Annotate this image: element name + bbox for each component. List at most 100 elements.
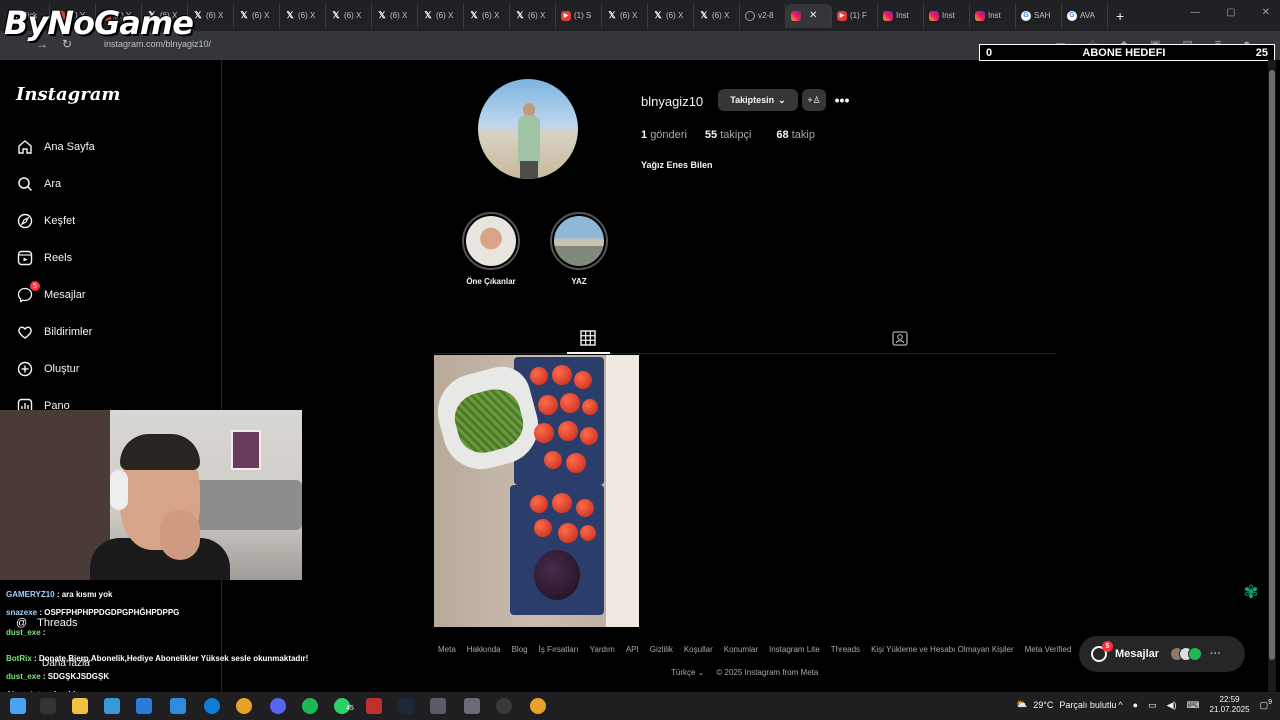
browser-tab[interactable]: 𝕏 (6) X <box>602 3 648 28</box>
close-tab-icon[interactable]: ✕ <box>809 10 817 21</box>
footer-link[interactable]: Blog <box>512 645 528 654</box>
app-icon[interactable] <box>430 698 446 714</box>
clock[interactable]: 22:59 21.07.2025 <box>1210 695 1250 715</box>
highlight-label: YAZ <box>571 277 587 286</box>
browser-tab[interactable]: ▶ (1) S <box>556 3 602 28</box>
spotify-icon[interactable] <box>302 698 318 714</box>
app-icon[interactable] <box>366 698 382 714</box>
messenger-icon: 5 <box>1091 641 1113 662</box>
followers-link[interactable]: 55 takipçi <box>705 129 752 141</box>
scrollbar[interactable] <box>1268 60 1276 700</box>
footer-link[interactable]: İş Fırsatları <box>539 645 579 654</box>
close-window-icon[interactable]: ✕ <box>1262 7 1270 18</box>
browser-tab[interactable]: Inst <box>878 3 924 28</box>
footer-link[interactable]: Hakkında <box>467 645 501 654</box>
keyboard-icon[interactable]: ⌨ <box>1187 700 1200 711</box>
browser-tab[interactable]: G SAH <box>1016 3 1062 28</box>
tagged-tab[interactable] <box>892 330 908 346</box>
browser-tab[interactable]: 𝕏 (6) X <box>188 3 234 28</box>
sidebar-item-threads[interactable]: @ Threads <box>16 617 78 629</box>
app-icon[interactable] <box>104 698 120 714</box>
discord-icon[interactable] <box>270 698 286 714</box>
app-icon[interactable] <box>136 698 152 714</box>
following-link[interactable]: 68 takip <box>776 129 815 141</box>
footer-link[interactable]: Instagram Lite <box>769 645 820 654</box>
sidebar-item-mesajlar[interactable]: 5 Mesajlar <box>16 281 86 304</box>
minimize-icon[interactable]: — <box>1190 7 1200 18</box>
footer-link[interactable]: Koşullar <box>684 645 713 654</box>
browser-tab[interactable]: Inst <box>924 3 970 28</box>
highlight-yaz[interactable] <box>550 212 608 270</box>
browser-tab[interactable]: G AVA <box>1062 3 1108 28</box>
browser-tab[interactable]: Inst <box>970 3 1016 28</box>
instagram-logo[interactable]: Instagram <box>16 84 120 105</box>
windows-start-icon[interactable] <box>10 698 26 714</box>
obs-icon[interactable] <box>496 698 512 714</box>
footer-link[interactable]: Gizlilik <box>650 645 673 654</box>
suggest-user-button[interactable]: +♙ <box>802 89 826 111</box>
chrome-icon[interactable] <box>530 698 546 714</box>
browser-tab[interactable]: 𝕏 (6) X <box>694 3 740 28</box>
sidebar-item-oluştur[interactable]: Oluştur <box>16 360 79 378</box>
app-icon[interactable] <box>170 698 186 714</box>
browser-tab[interactable]: v2-8 <box>740 3 786 28</box>
highlight-one-cikanlar[interactable] <box>462 212 520 270</box>
weather-widget[interactable]: ⛅ 29°C Parçalı bulutlu <box>1016 699 1116 710</box>
browser-tab[interactable]: 𝕏 (6) X <box>280 3 326 28</box>
footer-link[interactable]: Konumlar <box>724 645 758 654</box>
x-icon: 𝕏 <box>378 10 386 20</box>
profile-avatar[interactable] <box>478 79 578 179</box>
instagram-icon <box>791 10 801 21</box>
footer-link[interactable]: Threads <box>831 645 860 654</box>
posts-grid-tab[interactable] <box>580 330 596 346</box>
steam-icon[interactable] <box>398 698 414 714</box>
footer-link[interactable]: Meta Verified <box>1025 645 1072 654</box>
browser-tab[interactable]: ✕ <box>786 3 832 28</box>
browser-tab[interactable]: 𝕏 (6) X <box>234 3 280 28</box>
edge-icon[interactable] <box>204 698 220 714</box>
browser-tab[interactable]: 𝕏 (6) X <box>510 3 556 28</box>
search-icon[interactable] <box>40 698 56 714</box>
browser-tab[interactable]: 𝕏 (6) X <box>464 3 510 28</box>
maximize-icon[interactable]: ▢ <box>1226 7 1235 18</box>
browser-tab[interactable]: 𝕏 (6) X <box>372 3 418 28</box>
more-options-button[interactable]: ••• <box>832 90 852 110</box>
chatgpt-extension-icon[interactable]: ✾ <box>1239 580 1263 604</box>
chevron-up-icon[interactable]: ^ <box>1118 700 1122 710</box>
sidebar-item-ara[interactable]: Ara <box>16 175 61 193</box>
footer-link[interactable]: API <box>626 645 639 654</box>
sidebar-item-reels[interactable]: Reels <box>16 249 72 267</box>
new-tab-icon[interactable]: + <box>1116 8 1124 24</box>
goal-target: 25 <box>1255 46 1268 59</box>
app-icon[interactable] <box>464 698 480 714</box>
footer-link[interactable]: Yardım <box>590 645 615 654</box>
messages-pill[interactable]: 5 Mesajlar ··· <box>1079 636 1245 672</box>
active-tab-indicator <box>567 352 610 354</box>
browser-tab[interactable]: 𝕏 (6) X <box>418 3 464 28</box>
grid-icon <box>580 330 596 346</box>
notification-icon[interactable]: ▢9 <box>1260 699 1272 711</box>
language-select[interactable]: Türkçe ⌄ <box>671 668 704 677</box>
post-thumbnail[interactable] <box>434 355 639 627</box>
microphone-icon[interactable]: ● <box>1133 700 1138 710</box>
browser-tab[interactable]: ▶ (1) F <box>832 3 878 28</box>
following-button[interactable]: Takiptesin ⌄ <box>718 89 798 111</box>
sidebar-item-keşfet[interactable]: Keşfet <box>16 212 75 230</box>
footer-link[interactable]: Kişi Yükleme ve Hesabı Olmayan Kişiler <box>871 645 1014 654</box>
browser-tab[interactable]: 𝕏 (6) X <box>648 3 694 28</box>
chat-message: dust_exe : SDGŞKJSDGŞK <box>6 672 109 681</box>
sidebar-item-bildirimler[interactable]: Bildirimler <box>16 323 92 341</box>
home-icon <box>16 138 34 156</box>
footer-link[interactable]: Meta <box>438 645 456 654</box>
browser-tab[interactable]: 𝕏 (6) X <box>326 3 372 28</box>
tab-label: (1) F <box>850 11 867 20</box>
compass-icon <box>16 212 34 230</box>
tab-label: Inst <box>896 11 909 20</box>
chrome-icon[interactable] <box>236 698 252 714</box>
file-explorer-icon[interactable] <box>72 698 88 714</box>
chat-text: SDGŞKJSDGŞK <box>47 672 110 681</box>
sidebar-item-more[interactable]: Daha fazla <box>42 658 90 669</box>
network-icon[interactable]: ▭ <box>1148 700 1157 711</box>
sidebar-item-ana-sayfa[interactable]: Ana Sayfa <box>16 138 95 156</box>
volume-icon[interactable]: ◀) <box>1167 700 1177 711</box>
